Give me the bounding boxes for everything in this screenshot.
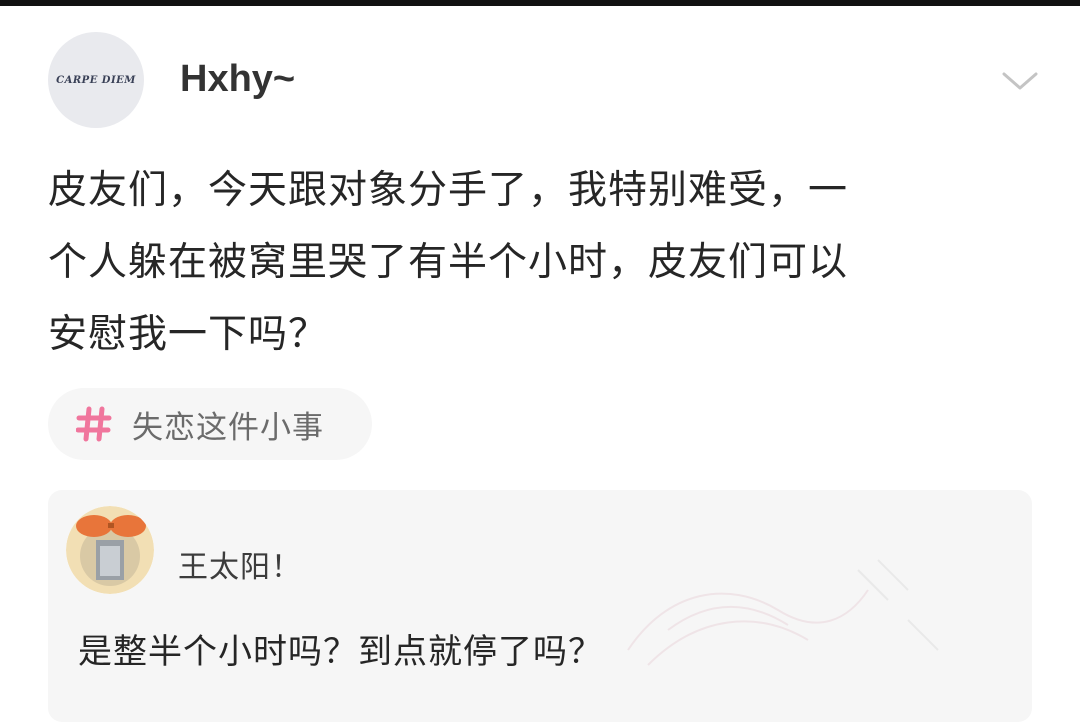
comment-text: 是整半个小时吗？到点就停了吗？: [78, 632, 603, 672]
commenter-avatar[interactable]: [66, 506, 154, 594]
author-avatar[interactable]: CARPE DIEM: [48, 32, 144, 128]
topic-label: 失恋这件小事: [132, 409, 324, 446]
author-name[interactable]: Hxhy~: [180, 58, 295, 101]
commenter-name[interactable]: 王太阳！: [178, 542, 302, 586]
featured-comment[interactable]: 王太阳！ 是整半个小时吗？到点就停了吗？: [48, 490, 1032, 722]
topic-tag[interactable]: 失恋这件小事: [48, 388, 372, 460]
sunglasses-avatar-icon: [66, 506, 154, 594]
post-text-line: 安慰我一下吗？: [48, 312, 329, 357]
post-screen: CARPE DIEM Hxhy~ 皮友们，今天跟对象分手了，我特别难受，一 个人…: [0, 0, 1080, 726]
avatar-logo-text: CARPE DIEM: [56, 74, 136, 86]
post-header: CARPE DIEM Hxhy~: [48, 32, 1040, 128]
post-text-line: 皮友们，今天跟对象分手了，我特别难受，一: [48, 168, 849, 213]
status-bar-edge: [0, 0, 1080, 6]
post-text: 皮友们，今天跟对象分手了，我特别难受，一 个人躲在被窝里哭了有半个小时，皮友们可…: [48, 155, 1038, 371]
post-text-line: 个人躲在被窝里哭了有半个小时，皮友们可以: [48, 240, 849, 285]
watermark-pattern: [627, 559, 939, 666]
chevron-down-icon[interactable]: [1000, 66, 1040, 94]
hashtag-icon: [76, 406, 112, 442]
